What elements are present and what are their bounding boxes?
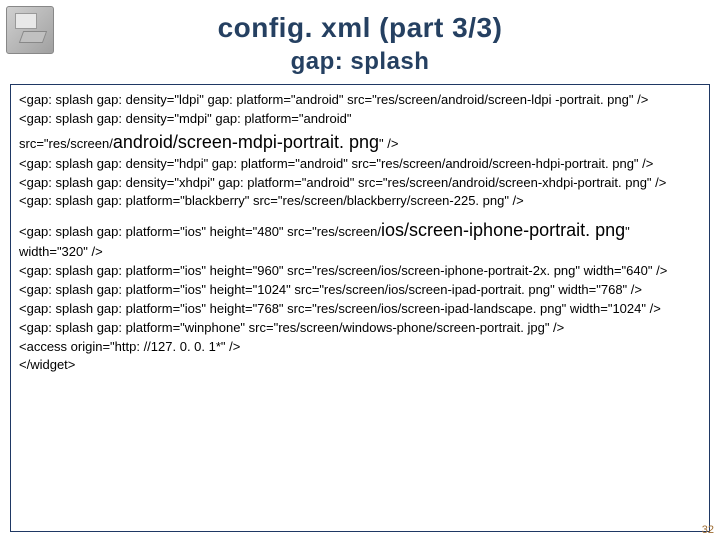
code-line: <gap: splash gap: density="ldpi" gap: pl…: [19, 91, 701, 110]
code-line: </widget>: [19, 356, 701, 375]
code-line: <gap: splash gap: platform="ios" height=…: [19, 281, 701, 300]
page-title: config. xml (part 3/3): [0, 0, 720, 44]
code-line: src="res/screen/android/screen-mdpi-port…: [19, 129, 701, 155]
code-line: <gap: splash gap: platform="winphone" sr…: [19, 319, 701, 338]
code-emphasis: android/screen-mdpi-portrait. png: [113, 132, 379, 152]
code-line: <gap: splash gap: platform="ios" height=…: [19, 300, 701, 319]
code-emphasis: ios/screen-iphone-portrait. png: [381, 220, 625, 240]
code-line: <gap: splash gap: platform="blackberry" …: [19, 192, 701, 211]
page-subtitle: gap: splash: [0, 48, 720, 76]
code-line: <gap: splash gap: density="xhdpi" gap: p…: [19, 174, 701, 193]
code-line: <access origin="http: //127. 0. 0. 1*" /…: [19, 338, 701, 357]
code-line: <gap: splash gap: platform="ios" height=…: [19, 262, 701, 281]
code-text: src="res/screen/: [19, 136, 113, 151]
code-line: <gap: splash gap: density="mdpi" gap: pl…: [19, 110, 701, 129]
code-line: <gap: splash gap: platform="ios" height=…: [19, 217, 701, 262]
code-box: <gap: splash gap: density="ldpi" gap: pl…: [10, 84, 710, 532]
device-icon: [6, 6, 54, 54]
page-number: 32: [702, 524, 714, 536]
code-text: " />: [379, 136, 398, 151]
code-text: <gap: splash gap: platform="ios" height=…: [19, 224, 381, 239]
code-line: <gap: splash gap: density="hdpi" gap: pl…: [19, 155, 701, 174]
